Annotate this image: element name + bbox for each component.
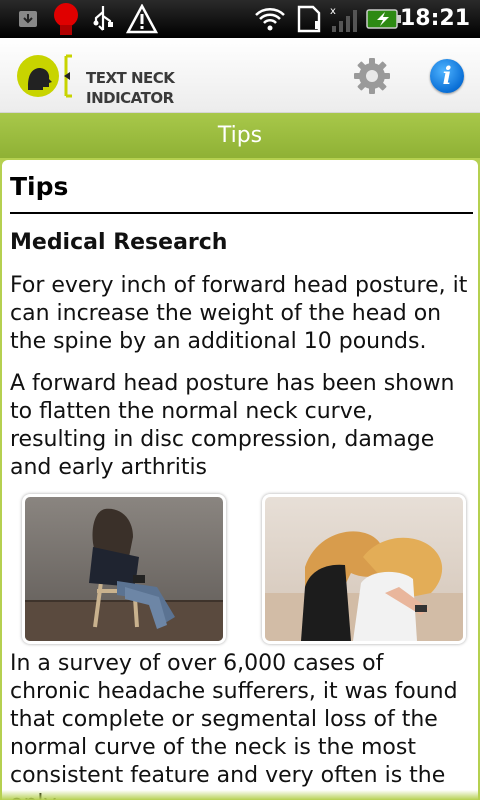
content-scroll-area[interactable]: Tips Medical Research For every inch of …: [2, 160, 478, 800]
download-icon: [16, 0, 40, 38]
content-card: Tips Medical Research For every inch of …: [0, 158, 480, 800]
battery-charging-icon: [366, 0, 402, 38]
photo-girl-chair: [22, 494, 226, 644]
page-heading: Tips: [10, 172, 69, 201]
tips-content: Tips Medical Research For every inch of …: [10, 160, 473, 800]
svg-text:x: x: [330, 6, 336, 17]
notification-red-icon: [50, 0, 82, 38]
info-button[interactable]: i: [430, 59, 464, 93]
gear-icon: [354, 58, 390, 94]
paragraph: A forward head posture has been shown to…: [10, 371, 455, 480]
app-header: TEXT NECK INDICATOR: [0, 38, 480, 113]
settings-button[interactable]: [352, 56, 392, 96]
usb-icon: [90, 0, 116, 38]
logo-line-1: TEXT NECK: [86, 69, 175, 87]
photo-row: [10, 494, 470, 644]
photo-girls-beach: [262, 494, 466, 644]
info-icon: i: [442, 61, 452, 90]
section-heading: Medical Research: [10, 230, 228, 255]
paragraph: For every inch of forward head posture, …: [10, 273, 468, 354]
status-bar: x 18:21: [0, 0, 480, 38]
screen-title-bar: Tips: [0, 113, 480, 158]
heading-divider: [10, 212, 473, 214]
logo-line-2: INDICATOR: [86, 89, 174, 107]
clock: 18:21: [399, 6, 470, 31]
bottom-edge: [0, 790, 480, 800]
head-logo-icon: [17, 54, 72, 98]
paragraph: In a survey of over 6,000 cases of chron…: [10, 651, 458, 800]
sd-card-icon: [296, 0, 322, 38]
warning-icon: [126, 0, 158, 38]
logo-text: TEXT NECK INDICATOR: [86, 68, 176, 108]
signal-icon: x: [328, 0, 360, 38]
app-logo[interactable]: TEXT NECK INDICATOR: [14, 52, 175, 107]
screen-title: Tips: [217, 123, 263, 148]
wifi-icon: [254, 0, 286, 38]
